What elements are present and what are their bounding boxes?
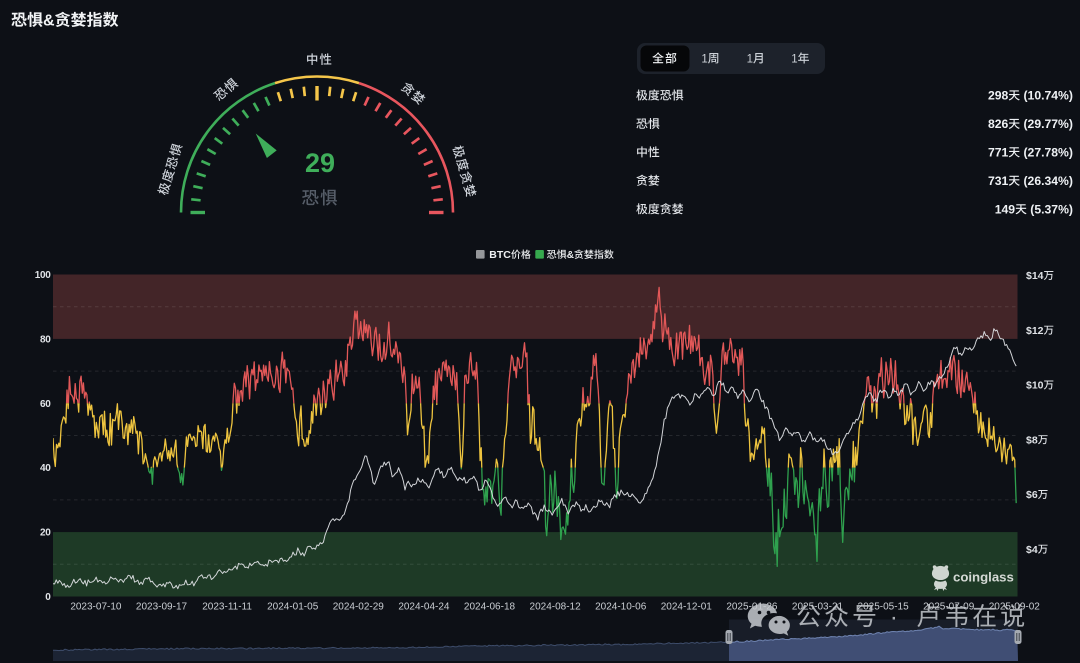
svg-text:(27.78%): (27.78%) xyxy=(1024,145,1073,159)
svg-text:(10.74%): (10.74%) xyxy=(1024,89,1073,103)
svg-text:2024-06-18: 2024-06-18 xyxy=(464,602,516,613)
svg-text:2024-12-01: 2024-12-01 xyxy=(661,602,713,613)
svg-text:40: 40 xyxy=(40,463,51,474)
svg-text:2024-10-06: 2024-10-06 xyxy=(595,602,647,613)
svg-text:29: 29 xyxy=(305,148,335,178)
svg-text:1: 1 xyxy=(791,54,797,66)
svg-text:(29.77%): (29.77%) xyxy=(1024,117,1073,131)
svg-text:731: 731 xyxy=(988,174,1009,188)
svg-text:2024-08-12: 2024-08-12 xyxy=(530,602,582,613)
svg-text:(5.37%): (5.37%) xyxy=(1030,202,1073,216)
svg-text:&: & xyxy=(567,250,574,261)
svg-text:60: 60 xyxy=(40,399,51,410)
svg-text:&: & xyxy=(43,13,55,30)
svg-text:(26.34%): (26.34%) xyxy=(1024,174,1073,188)
svg-text:0: 0 xyxy=(45,592,51,603)
svg-text:826: 826 xyxy=(988,117,1009,131)
svg-text:1: 1 xyxy=(701,54,707,66)
svg-text:2023-09-17: 2023-09-17 xyxy=(136,602,188,613)
svg-text:2023-11-11: 2023-11-11 xyxy=(202,602,252,613)
svg-text:2024-02-29: 2024-02-29 xyxy=(333,602,385,613)
svg-text:$14: $14 xyxy=(1026,270,1044,282)
svg-text:$6: $6 xyxy=(1026,489,1038,501)
svg-text:$4: $4 xyxy=(1026,544,1038,556)
svg-text:2024-04-24: 2024-04-24 xyxy=(398,602,450,613)
svg-text:298: 298 xyxy=(988,89,1009,103)
svg-text:$10: $10 xyxy=(1026,380,1044,392)
svg-text:BTC: BTC xyxy=(489,249,511,261)
svg-text:149: 149 xyxy=(995,202,1016,216)
svg-text:2024-01-05: 2024-01-05 xyxy=(267,602,319,613)
svg-text:20: 20 xyxy=(40,528,51,539)
svg-text:100: 100 xyxy=(35,270,52,281)
svg-text:2023-07-10: 2023-07-10 xyxy=(70,602,122,613)
svg-text:$8: $8 xyxy=(1026,434,1038,446)
svg-text:80: 80 xyxy=(40,334,51,345)
svg-text:1: 1 xyxy=(747,54,753,66)
svg-text:2025-09-02: 2025-09-02 xyxy=(989,602,1041,613)
svg-text:$12: $12 xyxy=(1026,325,1044,337)
svg-text:coinglass: coinglass xyxy=(953,570,1014,585)
svg-text:771: 771 xyxy=(988,145,1009,159)
svg-text:·: · xyxy=(890,604,901,631)
